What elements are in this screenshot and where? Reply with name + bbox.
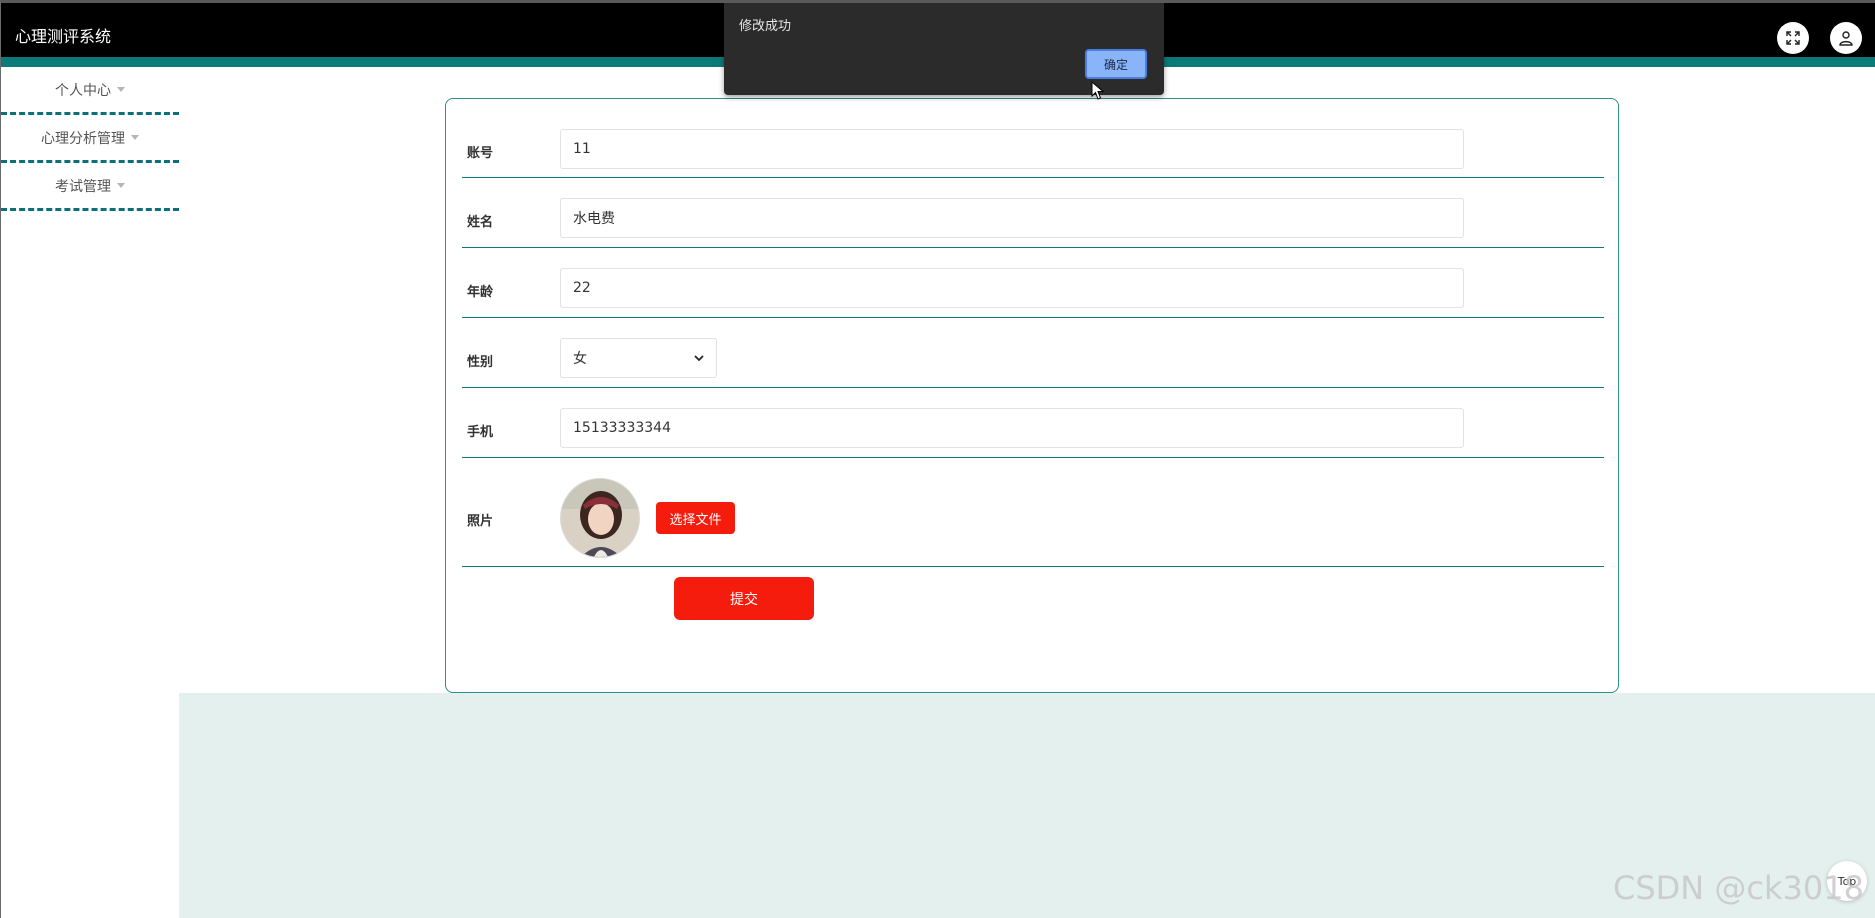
sidebar-item-exam-management[interactable]: 考试管理 [1, 163, 179, 211]
age-input[interactable] [560, 268, 1464, 308]
form-row-age: 年龄 [462, 248, 1604, 318]
sidebar-item-label: 心理分析管理 [41, 130, 125, 147]
mouse-cursor-icon [1091, 81, 1105, 100]
age-label: 年龄 [467, 285, 494, 300]
sidebar-item-personal-center[interactable]: 个人中心 [1, 67, 179, 115]
watermark: CSDN @ck3018 [1613, 869, 1864, 907]
photo-label: 照片 [467, 514, 494, 529]
name-label: 姓名 [467, 215, 494, 230]
choose-file-button[interactable]: 选择文件 [656, 502, 735, 534]
user-icon [1839, 31, 1853, 46]
fullscreen-icon [1786, 31, 1800, 45]
chevron-down-icon [694, 355, 704, 362]
sidebar-item-label: 个人中心 [55, 82, 111, 99]
form-row-name: 姓名 [462, 178, 1604, 248]
form-row-photo: 照片 选择文件 [462, 458, 1604, 567]
profile-form-card: 账号 姓名 年龄 性别 女 手机 照片 [445, 98, 1619, 693]
form-row-gender: 性别 女 [462, 318, 1604, 388]
form-row-account: 账号 [462, 99, 1604, 178]
name-input[interactable] [560, 198, 1464, 238]
phone-label: 手机 [467, 425, 494, 440]
form-row-phone: 手机 [462, 388, 1604, 458]
page: 心理测评系统 个人中心 心理分析管理 考试管理 账号 11 姓名 水电费 年龄 … [0, 0, 1875, 918]
caret-down-icon [131, 135, 139, 140]
gender-select-value: 女 [573, 351, 587, 367]
caret-down-icon [117, 183, 125, 188]
app-title: 心理测评系统 [15, 27, 112, 46]
user-button[interactable] [1830, 22, 1862, 54]
account-input[interactable] [560, 129, 1464, 169]
sidebar-item-label: 考试管理 [55, 178, 111, 195]
phone-input[interactable] [560, 408, 1464, 448]
avatar-preview [560, 478, 640, 558]
alert-ok-button[interactable]: 确定 [1085, 49, 1147, 79]
caret-down-icon [117, 87, 125, 92]
account-label: 账号 [467, 146, 494, 161]
sidebar: 个人中心 心理分析管理 考试管理 [1, 67, 179, 918]
avatar-image [561, 479, 639, 557]
alert-message: 修改成功 [739, 19, 792, 34]
sidebar-item-psych-analysis[interactable]: 心理分析管理 [1, 115, 179, 163]
gender-label: 性别 [467, 355, 494, 370]
gender-select[interactable]: 女 [560, 338, 717, 378]
fullscreen-button[interactable] [1777, 22, 1809, 54]
submit-button[interactable]: 提交 [674, 577, 814, 620]
